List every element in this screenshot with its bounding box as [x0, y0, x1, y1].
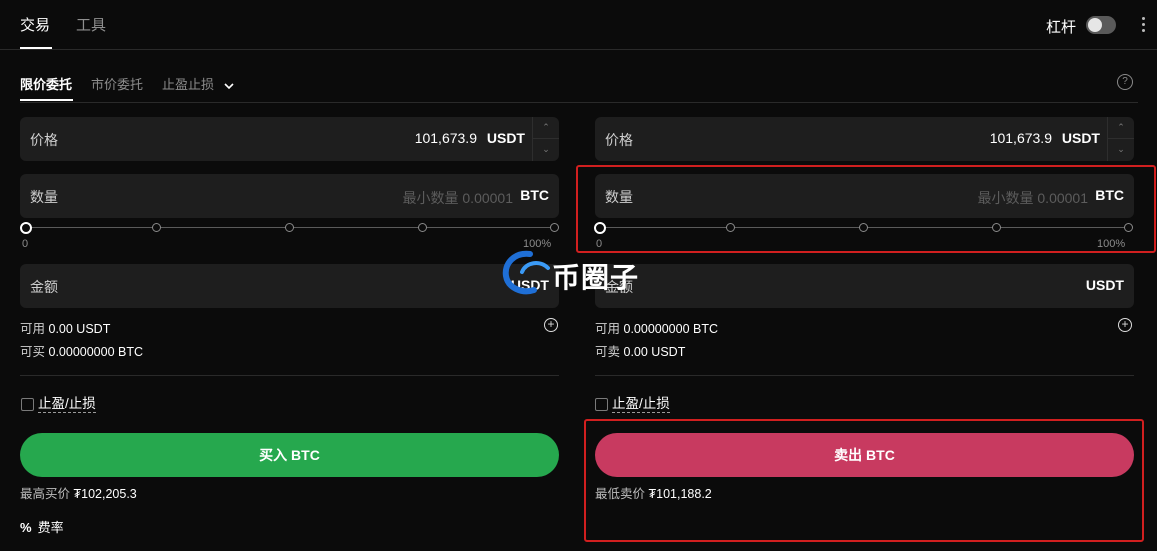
- sell-slider-max-label: 100%: [1097, 238, 1126, 250]
- help-icon[interactable]: ?: [1117, 74, 1133, 90]
- buy-amount-label: 数量: [30, 189, 58, 205]
- sell-amount-unit: BTC: [1095, 187, 1124, 203]
- sell-amount-label: 数量: [605, 189, 633, 205]
- sell-max-value: 0.00 USDT: [623, 345, 686, 359]
- tab-tpsl-order[interactable]: 止盈止损: [162, 74, 234, 93]
- percent-icon: %: [20, 520, 32, 535]
- sell-best-price: 最低卖价 ₮101,188.2: [595, 483, 712, 502]
- sell-total-unit: USDT: [1085, 277, 1124, 293]
- order-tab-divider: [20, 102, 1138, 103]
- sell-price-stepper: ⌃ ⌄: [1107, 117, 1134, 161]
- top-bar: [0, 0, 1157, 50]
- sell-divider: [595, 375, 1134, 376]
- buy-available-label: 可用: [20, 322, 46, 336]
- sell-price-label: 价格: [605, 132, 633, 148]
- sell-best-price-label: 最低卖价: [595, 487, 646, 501]
- sell-max-label: 可卖: [595, 345, 621, 359]
- tab-trade[interactable]: 交易: [20, 14, 50, 35]
- sell-price-value: 101,673.9: [989, 130, 1052, 146]
- buy-btc-button[interactable]: 买入 BTC: [20, 433, 559, 477]
- buy-slider-min-label: 0: [22, 238, 29, 250]
- sell-btc-button[interactable]: 卖出 BTC: [595, 433, 1134, 477]
- toggle-knob: [1088, 18, 1102, 32]
- buy-best-price: 最高买价 ₮102,205.3: [20, 483, 137, 502]
- buy-price-field[interactable]: 价格 101,673.9 USDT ⌃ ⌄: [20, 117, 559, 161]
- buy-amount-placeholder: 最小数量 0.00001: [402, 190, 514, 206]
- buy-available-value: 0.00 USDT: [48, 322, 111, 336]
- sell-slider-min-label: 0: [596, 238, 603, 250]
- sell-price-field[interactable]: 价格 101,673.9 USDT ⌃ ⌄: [595, 117, 1134, 161]
- tab-tools[interactable]: 工具: [76, 14, 106, 35]
- tab-limit-order[interactable]: 限价委托: [20, 74, 72, 93]
- buy-divider: [20, 375, 559, 376]
- tab-trade-underline: [20, 47, 52, 49]
- buy-amount-field[interactable]: 数量 最小数量 0.00001 BTC: [20, 174, 559, 218]
- buy-price-label: 价格: [30, 132, 58, 148]
- buy-total-field[interactable]: 金额 USDT: [20, 264, 559, 308]
- buy-price-stepper: ⌃ ⌄: [532, 117, 559, 161]
- buy-tpsl-label[interactable]: 止盈/止损: [38, 396, 96, 413]
- buy-best-price-label: 最高买价: [20, 487, 71, 501]
- sell-available-label: 可用: [595, 322, 621, 336]
- tab-market-order[interactable]: 市价委托: [91, 74, 143, 93]
- transfer-plus-icon[interactable]: +: [1118, 318, 1132, 332]
- slider-mark-25[interactable]: [726, 223, 735, 232]
- slider-mark-50[interactable]: [285, 223, 294, 232]
- sell-amount-slider[interactable]: [594, 218, 1134, 238]
- sell-price-unit: USDT: [1061, 130, 1100, 146]
- slider-handle[interactable]: [594, 222, 606, 234]
- sell-total-label: 金额: [605, 279, 633, 295]
- price-increment-icon[interactable]: ⌃: [533, 117, 559, 139]
- order-tab-underline: [20, 99, 73, 101]
- buy-max-value: 0.00000000 BTC: [48, 345, 144, 359]
- buy-total-label: 金额: [30, 279, 58, 295]
- sell-total-field[interactable]: 金额 USDT: [595, 264, 1134, 308]
- slider-mark-25[interactable]: [152, 223, 161, 232]
- leverage-label: 杠杆: [1046, 19, 1077, 36]
- deposit-plus-icon[interactable]: +: [544, 318, 558, 332]
- slider-mark-100[interactable]: [550, 223, 559, 232]
- buy-max-label: 可买: [20, 345, 46, 359]
- price-decrement-icon[interactable]: ⌄: [1108, 139, 1134, 160]
- more-menu-icon[interactable]: [1136, 14, 1150, 36]
- sell-available: 可用 0.00000000 BTC: [595, 318, 718, 337]
- sell-max: 可卖 0.00 USDT: [595, 341, 685, 360]
- sell-available-value: 0.00000000 BTC: [623, 322, 719, 336]
- slider-handle[interactable]: [20, 222, 32, 234]
- price-increment-icon[interactable]: ⌃: [1108, 117, 1134, 139]
- buy-tpsl-checkbox[interactable]: [21, 398, 34, 411]
- sell-amount-field[interactable]: 数量 最小数量 0.00001 BTC: [595, 174, 1134, 218]
- slider-mark-50[interactable]: [859, 223, 868, 232]
- slider-mark-75[interactable]: [992, 223, 1001, 232]
- price-decrement-icon[interactable]: ⌄: [533, 139, 559, 160]
- buy-total-unit: USDT: [510, 277, 549, 293]
- buy-available: 可用 0.00 USDT: [20, 318, 110, 337]
- sell-tpsl-label[interactable]: 止盈/止损: [612, 396, 670, 413]
- buy-price-value: 101,673.9: [414, 130, 477, 146]
- buy-price-unit: USDT: [486, 130, 525, 146]
- fee-rate-link[interactable]: % 费率: [20, 517, 64, 536]
- sell-tpsl-checkbox[interactable]: [595, 398, 608, 411]
- sell-amount-placeholder: 最小数量 0.00001: [977, 190, 1089, 206]
- tab-tpsl-label: 止盈止损: [162, 77, 215, 92]
- buy-slider-max-label: 100%: [523, 238, 552, 250]
- slider-mark-100[interactable]: [1124, 223, 1133, 232]
- leverage-toggle[interactable]: [1086, 16, 1116, 34]
- buy-amount-unit: BTC: [520, 187, 549, 203]
- buy-amount-slider[interactable]: [20, 218, 560, 238]
- buy-max: 可买 0.00000000 BTC: [20, 341, 143, 360]
- chevron-down-icon: [224, 82, 234, 89]
- slider-mark-75[interactable]: [418, 223, 427, 232]
- sell-best-price-value: ₮101,188.2: [648, 487, 712, 501]
- buy-best-price-value: ₮102,205.3: [73, 487, 137, 501]
- fee-rate-label: 费率: [37, 520, 64, 535]
